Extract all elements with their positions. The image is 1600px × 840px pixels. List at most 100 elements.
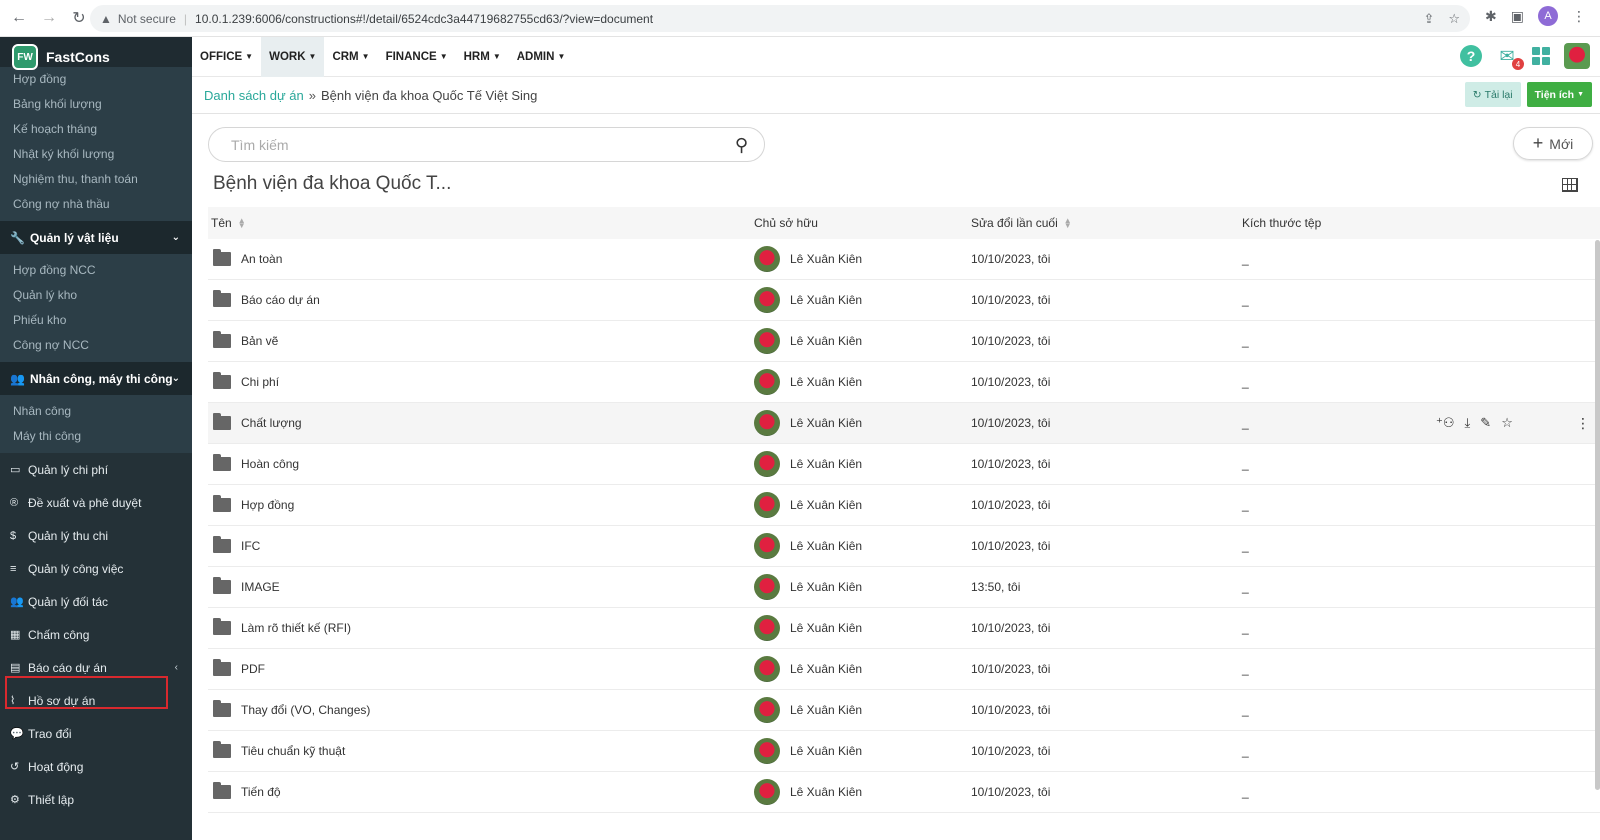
download-icon[interactable]: ⤓ — [1465, 415, 1471, 431]
sidebar-item-proposals[interactable]: ® Đề xuất và phê duyệt — [0, 486, 192, 519]
sidebar-item-monthly-plan[interactable]: Kế hoạch tháng — [0, 117, 192, 142]
sidebar-item-warehouse[interactable]: Quản lý kho — [0, 283, 192, 308]
modified-date: 10/10/2023, tôi — [971, 785, 1051, 799]
column-header-name[interactable]: Tên ▲ ▼ — [211, 207, 246, 239]
name-cell[interactable]: Bản vẽ — [213, 321, 278, 361]
nav-crm[interactable]: CRM ▼ — [324, 37, 377, 77]
table-row[interactable]: Tiêu chuẩn kỹ thuật Lê Xuân Kiên 10/10/2… — [208, 731, 1600, 772]
file-name: Chi phí — [241, 375, 280, 389]
help-icon[interactable]: ? — [1460, 45, 1482, 67]
name-cell[interactable]: PDF — [213, 649, 265, 689]
modified-cell: 10/10/2023, tôi — [971, 321, 1050, 361]
sidebar-item-contractor-debt[interactable]: Công nợ nhà thầu — [0, 192, 192, 217]
side-panel-icon[interactable]: ▣ — [1511, 8, 1524, 25]
scrollbar[interactable] — [1595, 240, 1600, 790]
file-name: Hợp đồng — [241, 498, 295, 512]
sidebar-item-activity[interactable]: ↺ Hoạt động — [0, 750, 192, 783]
table-row[interactable]: IFC Lê Xuân Kiên 10/10/2023, tôi _ — [208, 526, 1600, 567]
owner-cell: Lê Xuân Kiên — [754, 485, 862, 525]
table-row[interactable]: Chất lượng Lê Xuân Kiên 10/10/2023, tôi … — [208, 403, 1600, 444]
table-row[interactable]: Làm rõ thiết kế (RFI) Lê Xuân Kiên 10/10… — [208, 608, 1600, 649]
table-row[interactable]: PDF Lê Xuân Kiên 10/10/2023, tôi _ — [208, 649, 1600, 690]
extensions-icon[interactable]: ✱ — [1485, 8, 1497, 25]
name-cell[interactable]: IFC — [213, 526, 260, 566]
table-row[interactable]: Hoàn công Lê Xuân Kiên 10/10/2023, tôi _ — [208, 444, 1600, 485]
bookmark-star-icon[interactable]: ☆ — [1448, 11, 1460, 27]
nav-finance[interactable]: FINANCE ▼ — [378, 37, 456, 77]
sidebar-item-supplier-debt[interactable]: Công nợ NCC — [0, 333, 192, 358]
share-icon[interactable]: ⇪ — [1423, 11, 1434, 27]
sidebar-item-partners[interactable]: 👥 Quản lý đối tác — [0, 585, 192, 618]
section-materials[interactable]: 🔧 Quản lý vật liệu ⌄ — [0, 221, 192, 254]
name-cell[interactable]: Hoàn công — [213, 444, 299, 484]
share-user-icon[interactable]: ⁺⚇ — [1436, 415, 1455, 431]
more-options-icon[interactable]: ⋮ — [1576, 403, 1590, 443]
modified-cell: 10/10/2023, tôi — [971, 403, 1050, 443]
users-icon: 👥 — [10, 371, 25, 386]
sidebar-item-discussion[interactable]: 💬 Trao đổi — [0, 717, 192, 750]
search-input[interactable] — [231, 136, 711, 153]
utilities-button[interactable]: Tiện ích ▼ — [1526, 82, 1592, 107]
reload-button[interactable]: ↻ Tải lại — [1464, 82, 1521, 107]
owner-name: Lê Xuân Kiên — [790, 703, 863, 717]
apps-grid-icon[interactable] — [1532, 47, 1550, 65]
name-cell[interactable]: Tiêu chuẩn kỹ thuật — [213, 731, 345, 771]
back-icon[interactable]: ← — [8, 7, 30, 29]
sidebar-item-contract[interactable]: Hợp đồng — [0, 67, 192, 92]
user-avatar[interactable] — [1564, 43, 1590, 69]
name-cell[interactable]: Tiến độ — [213, 772, 281, 812]
size-cell: _ — [1242, 239, 1249, 279]
grid-view-icon[interactable] — [1562, 178, 1578, 192]
folder-icon — [213, 577, 231, 594]
sidebar-item-supplier-contract[interactable]: Hợp đồng NCC — [0, 258, 192, 283]
sidebar-item-cost-management[interactable]: ▭ Quản lý chi phí — [0, 453, 192, 486]
sidebar-item-timekeeping[interactable]: ▦ Chấm công — [0, 618, 192, 651]
name-cell[interactable]: Chi phí — [213, 362, 279, 402]
table-row[interactable]: Chi phí Lê Xuân Kiên 10/10/2023, tôi _ — [208, 362, 1600, 403]
nav-office[interactable]: OFFICE ▼ — [192, 37, 261, 77]
name-cell[interactable]: Báo cáo dự án — [213, 280, 320, 320]
table-row[interactable]: An toàn Lê Xuân Kiên 10/10/2023, tôi _ — [208, 239, 1600, 280]
sidebar-item-quantity-log[interactable]: Nhật ký khối lượng — [0, 142, 192, 167]
forward-icon[interactable]: → — [38, 7, 60, 29]
table-row[interactable]: Bản vẽ Lê Xuân Kiên 10/10/2023, tôi _ — [208, 321, 1600, 362]
breadcrumb-project-list[interactable]: Danh sách dự án — [204, 88, 304, 103]
size-cell: _ — [1242, 321, 1249, 361]
table-row[interactable]: IMAGE Lê Xuân Kiên 13:50, tôi _ — [208, 567, 1600, 608]
new-button[interactable]: + Mới — [1513, 127, 1593, 160]
name-cell[interactable]: Thay đổi (VO, Changes) — [213, 690, 370, 730]
sidebar-item-labor[interactable]: Nhân công — [0, 399, 192, 424]
column-header-modified[interactable]: Sửa đổi lần cuối ▲ ▼ — [971, 207, 1072, 239]
nav-work[interactable]: WORK ▼ — [261, 36, 325, 77]
nav-hrm[interactable]: HRM ▼ — [456, 37, 509, 77]
address-bar[interactable]: ▲ Not secure | 10.0.1.239:6006/construct… — [90, 5, 1470, 32]
table-row[interactable]: Tiến độ Lê Xuân Kiên 10/10/2023, tôi _ — [208, 772, 1600, 813]
sidebar-item-acceptance-payment[interactable]: Nghiệm thu, thanh toán — [0, 167, 192, 192]
edit-icon[interactable]: ✎ — [1480, 415, 1491, 431]
selection-highlight — [5, 676, 168, 709]
sidebar-item-tasks[interactable]: ≡ Quản lý công việc — [0, 552, 192, 585]
mail-icon[interactable]: ✉ 4 — [1496, 45, 1524, 70]
search-icon[interactable]: ⚲ — [735, 135, 748, 156]
modified-cell: 10/10/2023, tôi — [971, 280, 1050, 320]
name-cell[interactable]: IMAGE — [213, 567, 280, 607]
owner-cell: Lê Xuân Kiên — [754, 526, 862, 566]
sidebar-item-machines[interactable]: Máy thi công — [0, 424, 192, 449]
reload-icon[interactable]: ↻ — [68, 7, 90, 29]
section-labor[interactable]: 👥 Nhân công, máy thi công ⌄ — [0, 362, 192, 395]
table-row[interactable]: Báo cáo dự án Lê Xuân Kiên 10/10/2023, t… — [208, 280, 1600, 321]
sidebar-item-income-expense[interactable]: $ Quản lý thu chi — [0, 519, 192, 552]
name-cell[interactable]: An toàn — [213, 239, 282, 279]
table-row[interactable]: Thay đổi (VO, Changes) Lê Xuân Kiên 10/1… — [208, 690, 1600, 731]
sidebar-item-warehouse-slip[interactable]: Phiếu kho — [0, 308, 192, 333]
sidebar-item-settings[interactable]: ⚙ Thiết lập — [0, 783, 192, 816]
nav-admin[interactable]: ADMIN ▼ — [509, 37, 574, 77]
browser-menu-icon[interactable]: ⋮ — [1572, 8, 1586, 25]
name-cell[interactable]: Hợp đồng — [213, 485, 294, 525]
star-icon[interactable]: ☆ — [1501, 415, 1513, 431]
table-row[interactable]: Hợp đồng Lê Xuân Kiên 10/10/2023, tôi _ — [208, 485, 1600, 526]
name-cell[interactable]: Làm rõ thiết kế (RFI) — [213, 608, 351, 648]
profile-avatar[interactable]: A — [1538, 6, 1558, 26]
name-cell[interactable]: Chất lượng — [213, 403, 302, 443]
sidebar-item-quantity-table[interactable]: Bảng khối lượng — [0, 92, 192, 117]
